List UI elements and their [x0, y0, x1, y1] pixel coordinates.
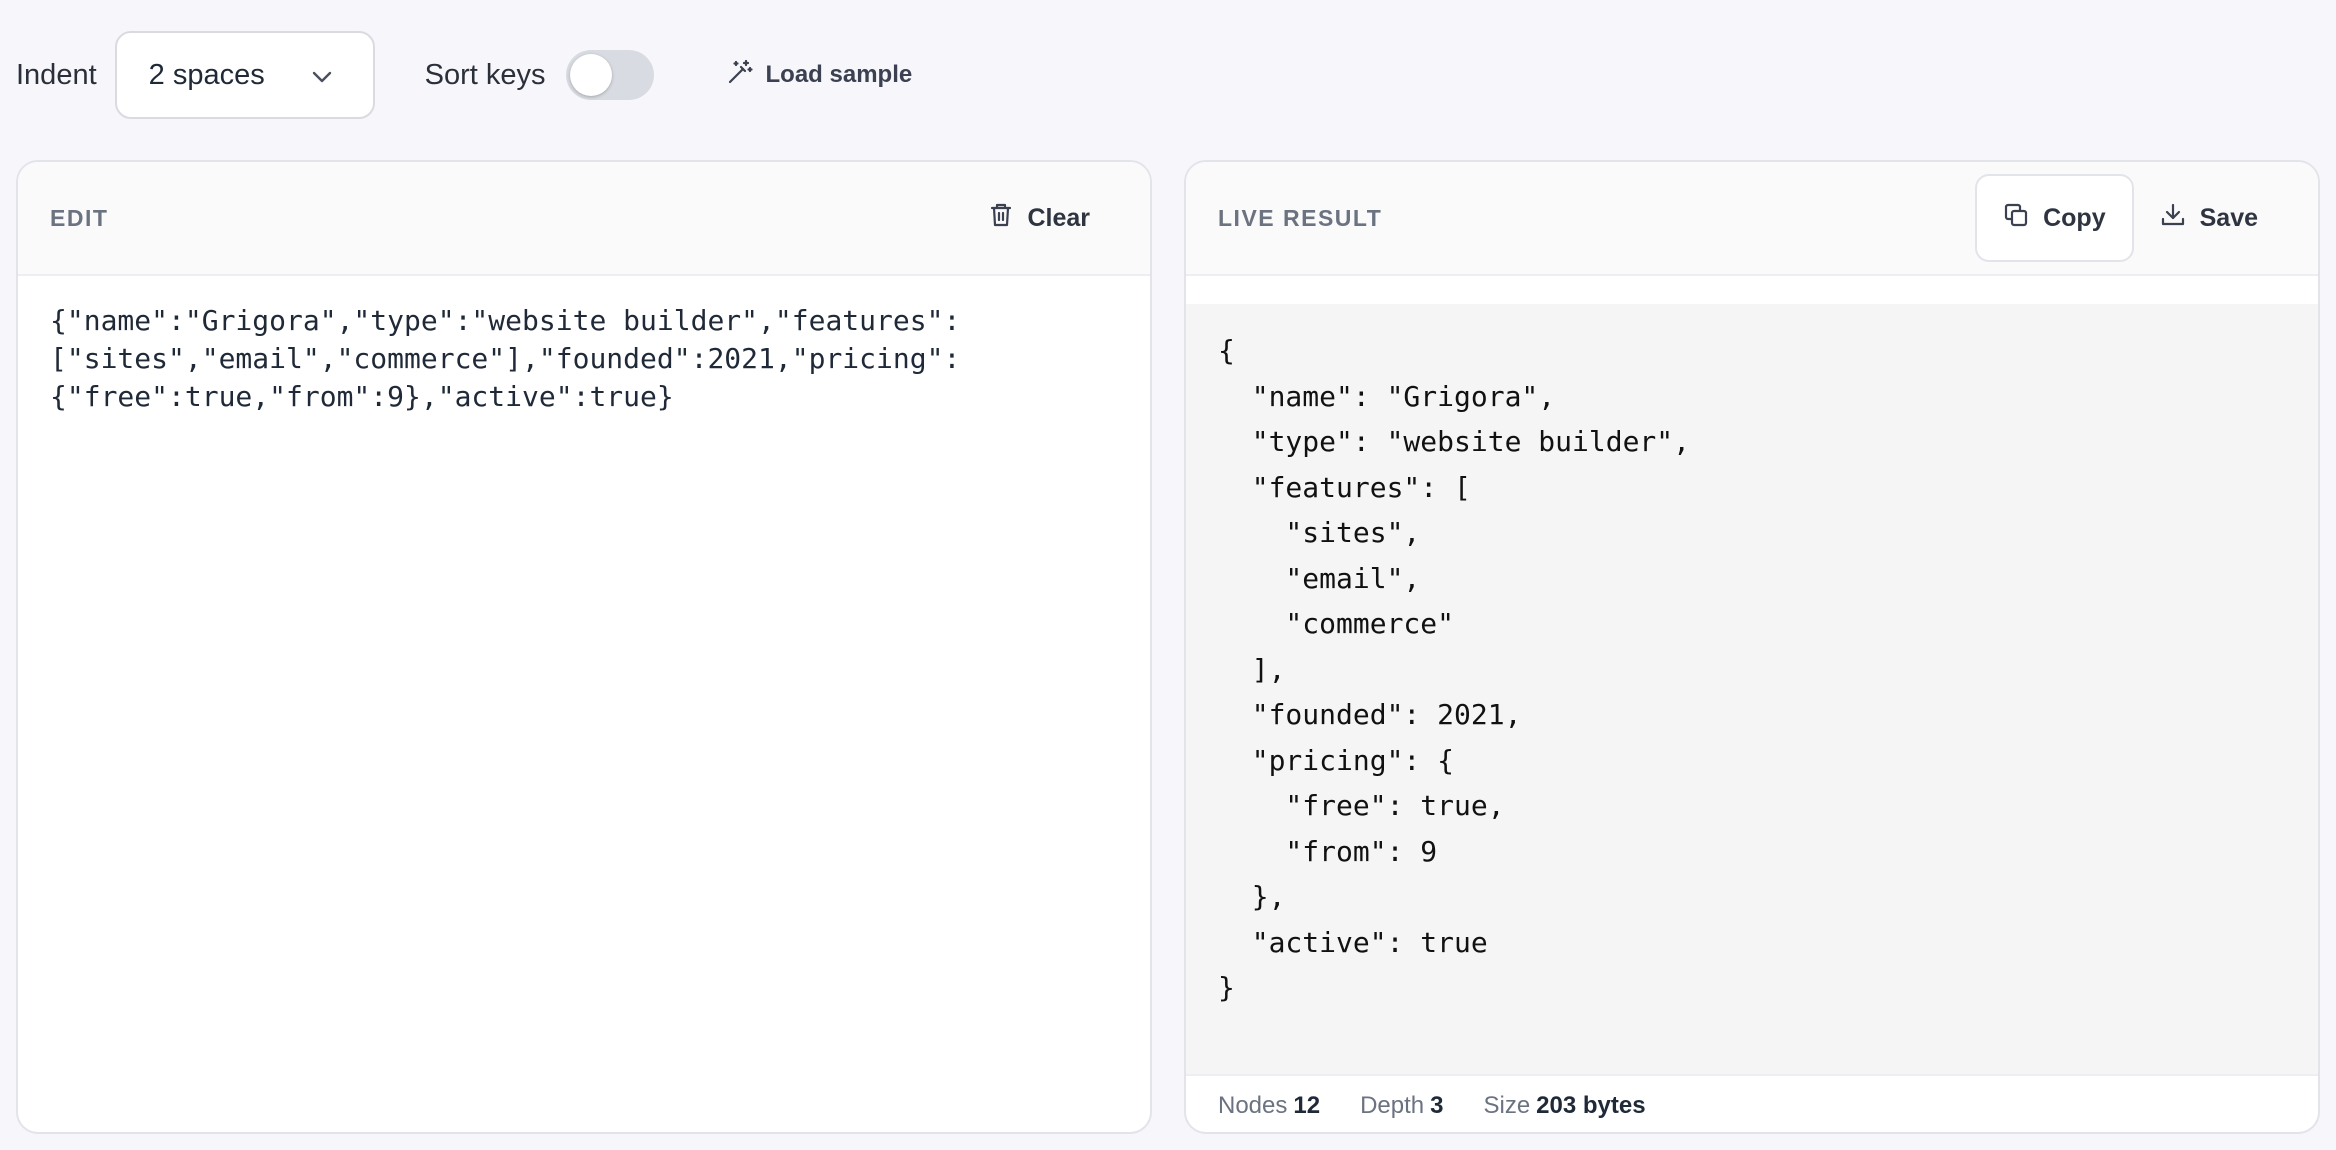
- copy-icon: [2003, 202, 2029, 235]
- stat-depth: Depth 3: [1360, 1092, 1443, 1120]
- json-input-editor[interactable]: {"name":"Grigora","type":"website builde…: [18, 276, 1150, 442]
- formatted-json-output: { "name": "Grigora", "type": "website bu…: [1186, 304, 2318, 1074]
- indent-select-value: 2 spaces: [148, 58, 265, 91]
- copy-label: Copy: [2043, 203, 2106, 232]
- result-actions: Copy Save: [1975, 174, 2284, 262]
- toolbar: Indent 2 spaces Sort keys Load sample: [0, 0, 2336, 150]
- edit-panel: EDIT Clear {"name":"Grigora","type":"web…: [16, 160, 1152, 1134]
- result-panel: LIVE RESULT Copy Save { "name": "Grigora…: [1184, 160, 2320, 1134]
- indent-label: Indent: [16, 58, 97, 91]
- download-icon: [2160, 202, 2186, 235]
- stats-bar: Nodes 12 Depth 3 Size 203 bytes: [1186, 1074, 2318, 1132]
- clear-button[interactable]: Clear: [963, 174, 1116, 262]
- stat-depth-label: Depth: [1360, 1092, 1425, 1119]
- sort-keys-label: Sort keys: [424, 58, 546, 91]
- chevron-down-icon: [311, 59, 333, 92]
- edit-panel-header: EDIT Clear: [18, 162, 1150, 276]
- magic-wand-icon: [726, 58, 754, 93]
- sort-keys-toggle[interactable]: [565, 50, 654, 100]
- stat-nodes: Nodes 12: [1218, 1092, 1320, 1120]
- result-panel-header: LIVE RESULT Copy Save: [1186, 162, 2318, 276]
- stat-nodes-value: 12: [1293, 1092, 1321, 1119]
- stat-nodes-label: Nodes: [1218, 1092, 1288, 1119]
- toggle-knob: [569, 54, 612, 96]
- edit-panel-title: EDIT: [50, 204, 109, 231]
- indent-select[interactable]: 2 spaces: [114, 31, 375, 119]
- result-panel-title: LIVE RESULT: [1218, 204, 1383, 231]
- stat-depth-value: 3: [1430, 1092, 1444, 1119]
- clear-label: Clear: [1027, 203, 1090, 232]
- stat-size-label: Size: [1483, 1092, 1531, 1119]
- save-label: Save: [2199, 203, 2258, 232]
- load-sample-button[interactable]: Load sample: [726, 58, 913, 93]
- stat-size: Size 203 bytes: [1483, 1092, 1645, 1120]
- save-button[interactable]: Save: [2134, 174, 2284, 262]
- load-sample-label: Load sample: [765, 61, 913, 88]
- stat-size-value: 203 bytes: [1536, 1092, 1646, 1119]
- trash-icon: [989, 202, 1013, 235]
- copy-button[interactable]: Copy: [1975, 174, 2134, 262]
